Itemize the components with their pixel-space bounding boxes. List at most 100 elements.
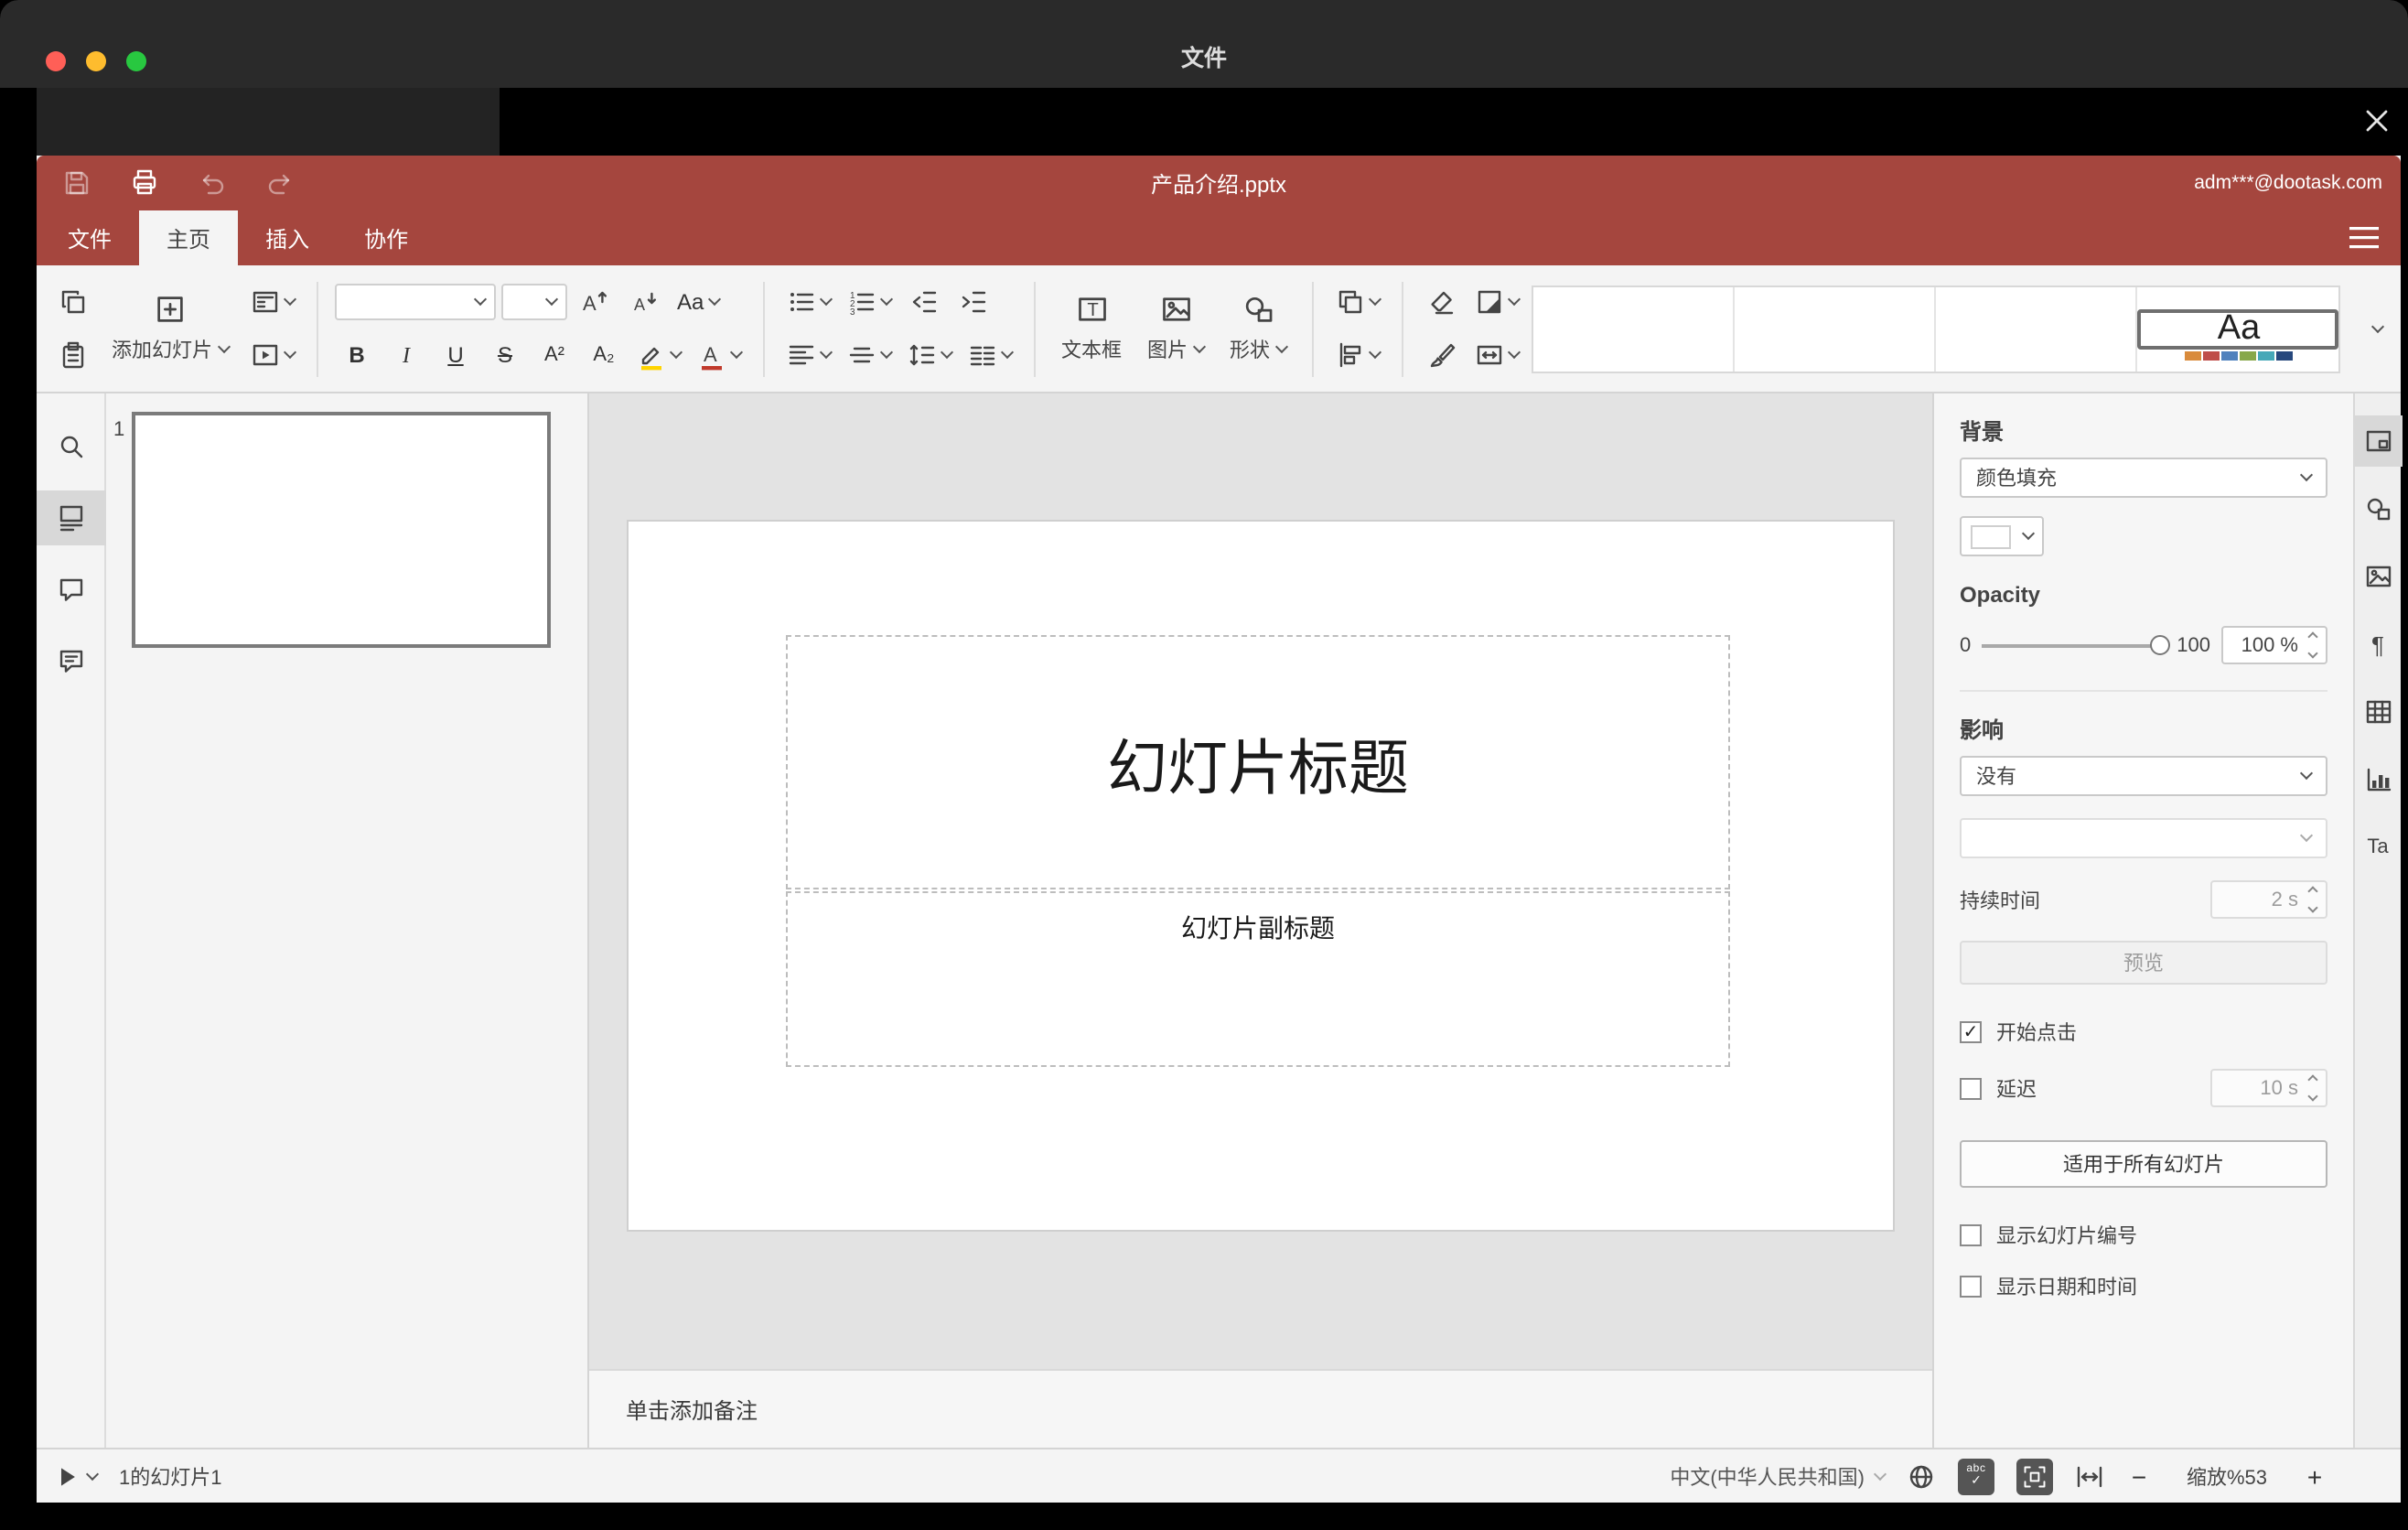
slide-size-button[interactable]: [1469, 335, 1524, 375]
set-language-button[interactable]: [1907, 1461, 1936, 1491]
shape-icon: [1244, 296, 1272, 322]
italic-button[interactable]: I: [384, 335, 428, 375]
chart-icon: [2366, 768, 2391, 792]
dialog-close-button[interactable]: [2357, 101, 2397, 141]
view-settings-button[interactable]: [2349, 210, 2379, 265]
tab-file[interactable]: 文件: [40, 210, 139, 265]
show-slide-number-checkbox[interactable]: [1960, 1224, 1982, 1246]
spinner-arrows[interactable]: [2304, 1074, 2320, 1102]
fill-color-select[interactable]: [1960, 516, 2044, 556]
numbering-button[interactable]: 123: [842, 282, 897, 322]
start-slideshow-status-button[interactable]: [55, 1463, 100, 1489]
change-case-button[interactable]: Aa: [672, 282, 724, 322]
slide-settings-tab[interactable]: [2354, 415, 2402, 467]
search-panel-button[interactable]: [36, 419, 105, 474]
comments-panel-button[interactable]: [36, 562, 105, 617]
fill-type-select[interactable]: 颜色填充: [1960, 458, 2327, 498]
theme-gallery-more-button[interactable]: [2357, 285, 2397, 372]
horizontal-align-button[interactable]: [781, 335, 836, 375]
decrease-font-button[interactable]: A: [622, 282, 666, 322]
shape-settings-tab[interactable]: [2354, 483, 2402, 534]
opacity-input[interactable]: 100 %: [2221, 626, 2327, 664]
show-date-time-checkbox[interactable]: [1960, 1276, 1982, 1298]
save-button[interactable]: [59, 165, 95, 201]
slide-title-placeholder[interactable]: 幻灯片标题: [786, 635, 1730, 889]
tab-collaboration[interactable]: 协作: [337, 210, 435, 265]
paste-button[interactable]: [51, 335, 95, 375]
slide-number: 1: [113, 419, 125, 441]
increase-font-button[interactable]: A: [573, 282, 617, 322]
insert-image-button[interactable]: 图片: [1138, 275, 1213, 382]
start-slideshow-button[interactable]: [245, 335, 300, 375]
preview-button[interactable]: 预览: [1960, 941, 2327, 985]
clear-style-button[interactable]: [1420, 282, 1464, 322]
subscript-button[interactable]: A₂: [582, 335, 626, 375]
spinner-arrows[interactable]: [2304, 631, 2320, 659]
line-spacing-button[interactable]: [902, 335, 957, 375]
line-spacing-icon: [909, 344, 935, 366]
font-name-select[interactable]: [335, 284, 496, 320]
delay-checkbox[interactable]: [1960, 1077, 1982, 1099]
slides-panel-button[interactable]: [36, 490, 105, 545]
feedback-panel-button[interactable]: [36, 633, 105, 688]
theme-option-1[interactable]: [1533, 286, 1735, 371]
tab-home[interactable]: 主页: [139, 210, 239, 265]
zoom-in-button[interactable]: +: [2302, 1461, 2327, 1491]
underline-button[interactable]: U: [434, 335, 478, 375]
strikeout-button[interactable]: S: [483, 335, 527, 375]
opacity-slider-knob[interactable]: [2149, 634, 2170, 654]
arrange-shape-button[interactable]: [1330, 282, 1385, 322]
redo-button[interactable]: [262, 165, 298, 201]
insert-textbox-button[interactable]: T 文本框: [1052, 275, 1131, 382]
font-color-button[interactable]: A: [692, 335, 747, 375]
slide-layout-button[interactable]: [245, 282, 300, 322]
textart-settings-tab[interactable]: Ta: [2354, 822, 2402, 873]
apply-to-all-button[interactable]: 适用于所有幻灯片: [1960, 1140, 2327, 1188]
theme-option-3[interactable]: [1936, 286, 2137, 371]
spinner-arrows[interactable]: [2304, 886, 2320, 913]
increase-indent-button[interactable]: [951, 282, 995, 322]
insert-shape-button[interactable]: 形状: [1220, 275, 1295, 382]
vertical-align-button[interactable]: [842, 335, 897, 375]
fit-slide-button[interactable]: [2016, 1458, 2053, 1494]
paragraph-settings-tab[interactable]: ¶: [2354, 619, 2402, 670]
spellcheck-button[interactable]: abc ✓: [1958, 1458, 1994, 1494]
print-button[interactable]: [126, 165, 163, 201]
columns-button[interactable]: [962, 335, 1017, 375]
opacity-slider[interactable]: [1982, 634, 2170, 654]
copy-button[interactable]: [51, 282, 95, 322]
add-slide-button[interactable]: 添加幻灯片: [102, 275, 238, 382]
slide-subtitle-placeholder[interactable]: 幻灯片副标题: [786, 891, 1730, 1067]
font-size-select[interactable]: [501, 284, 567, 320]
bold-button[interactable]: B: [335, 335, 379, 375]
bullets-button[interactable]: [781, 282, 836, 322]
undo-button[interactable]: [194, 165, 231, 201]
fit-width-button[interactable]: [2075, 1461, 2104, 1491]
theme-option-selected[interactable]: Aa: [2137, 308, 2338, 360]
language-select[interactable]: 中文(中华人民共和国): [1670, 1461, 1887, 1491]
zoom-out-button[interactable]: −: [2126, 1461, 2152, 1491]
bold-label: B: [349, 342, 365, 368]
notes-area[interactable]: 单击添加备注: [589, 1369, 1932, 1448]
delay-input[interactable]: 10 s: [2210, 1069, 2327, 1107]
decrease-indent-button[interactable]: [902, 282, 946, 322]
show-slide-number-label: 显示幻灯片编号: [1996, 1226, 2137, 1248]
table-settings-tab[interactable]: [2354, 686, 2402, 738]
chart-settings-tab[interactable]: [2354, 754, 2402, 805]
effect-select[interactable]: 没有: [1960, 756, 2327, 796]
image-settings-tab[interactable]: [2354, 551, 2402, 602]
notes-placeholder: 单击添加备注: [626, 1397, 758, 1423]
start-on-click-checkbox[interactable]: ✓: [1960, 1021, 1982, 1043]
copy-style-button[interactable]: [1420, 335, 1464, 375]
superscript-button[interactable]: A²: [532, 335, 576, 375]
align-shape-button[interactable]: [1330, 335, 1385, 375]
duration-input[interactable]: 2 s: [2210, 880, 2327, 919]
slide[interactable]: 幻灯片标题 幻灯片副标题: [629, 522, 1893, 1230]
theme-option-2[interactable]: [1735, 286, 1936, 371]
highlight-color-button[interactable]: [631, 335, 686, 375]
fill-color-button[interactable]: [1469, 282, 1524, 322]
slide-thumbnail[interactable]: [132, 412, 551, 648]
effect-type-select[interactable]: [1960, 818, 2327, 858]
bullets-icon: [790, 293, 814, 311]
tab-insert[interactable]: 插入: [238, 210, 337, 265]
